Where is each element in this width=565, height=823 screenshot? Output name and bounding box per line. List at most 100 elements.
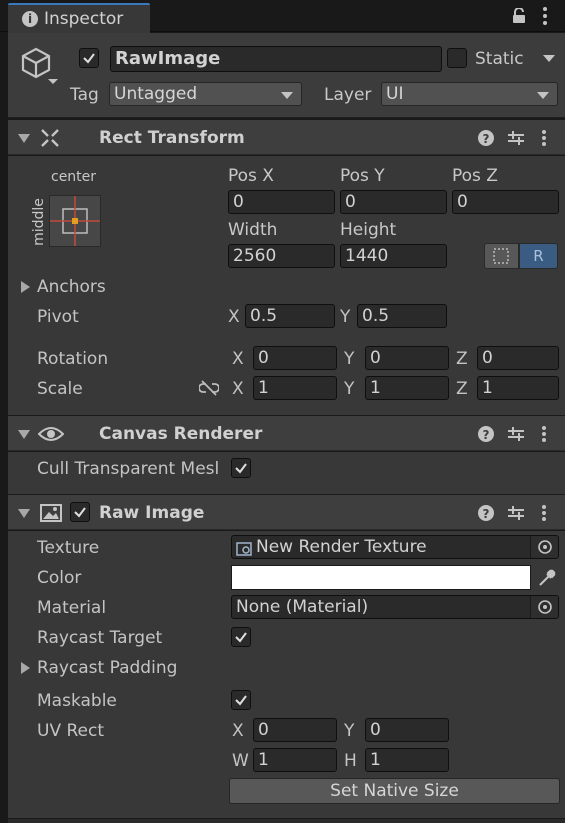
eye-icon <box>37 424 65 444</box>
help-icon[interactable]: ? <box>477 504 495 522</box>
tab-title: Inspector <box>44 9 124 29</box>
scale-label: Scale <box>37 379 83 399</box>
uv-y-field[interactable]: 0 <box>365 718 449 742</box>
component-menu-icon[interactable] <box>541 129 559 147</box>
raw-image-header[interactable]: Raw Image ? <box>8 494 565 530</box>
anchor-v-label: middle <box>30 198 47 246</box>
tag-label: Tag <box>70 85 99 105</box>
pos-x-label: Pos X <box>228 166 274 186</box>
uv-x-field[interactable]: 0 <box>253 718 337 742</box>
raycast-padding-foldout-arrow-icon[interactable] <box>21 662 30 674</box>
scale-y-label: Y <box>344 379 355 399</box>
color-swatch[interactable] <box>231 565 531 590</box>
help-icon[interactable]: ? <box>477 425 495 443</box>
uv-h-label: H <box>344 751 357 771</box>
rotation-x-label: X <box>232 349 244 369</box>
uv-y-label: Y <box>344 721 355 741</box>
pos-y-field[interactable]: 0 <box>340 190 447 214</box>
object-name-field[interactable]: RawImage <box>110 46 442 72</box>
cull-transparent-mesh-label: Cull Transparent Mesl <box>37 459 220 479</box>
rect-transform-title: Rect Transform <box>99 128 245 148</box>
texture-value: New Render Texture <box>256 537 427 557</box>
texture-label: Texture <box>37 538 100 558</box>
svg-text:?: ? <box>483 507 490 521</box>
set-native-size-button[interactable]: Set Native Size <box>229 778 560 804</box>
layer-value: UI <box>386 84 404 104</box>
cube-icon[interactable] <box>18 44 62 88</box>
color-label: Color <box>37 568 82 588</box>
foldout-arrow-icon[interactable] <box>18 430 30 439</box>
rotation-z-field[interactable]: 0 <box>477 346 559 370</box>
component-menu-icon[interactable] <box>541 504 559 522</box>
width-field[interactable]: 2560 <box>228 244 335 268</box>
info-icon: i <box>22 11 38 27</box>
pos-x-field[interactable]: 0 <box>228 190 335 214</box>
scale-z-field[interactable]: 1 <box>477 376 559 400</box>
bottom-divider <box>8 818 565 823</box>
anchor-h-label: center <box>51 169 97 185</box>
raw-edit-mode-button[interactable]: R <box>519 243 558 269</box>
static-dropdown-arrow[interactable] <box>543 55 555 62</box>
chevron-down-icon <box>537 92 549 99</box>
preset-icon[interactable] <box>507 425 525 443</box>
canvas-renderer-header[interactable]: Canvas Renderer ? <box>8 415 565 451</box>
rotation-x-field[interactable]: 0 <box>253 346 337 370</box>
eyedropper-icon[interactable] <box>536 567 558 589</box>
preset-icon[interactable] <box>507 129 525 147</box>
scale-x-field[interactable]: 1 <box>253 376 337 400</box>
raycast-target-checkbox[interactable] <box>231 627 251 647</box>
layer-label: Layer <box>324 85 372 105</box>
object-picker-icon[interactable] <box>530 536 558 558</box>
layer-dropdown[interactable]: UI <box>381 82 558 106</box>
scale-x-label: X <box>232 379 244 399</box>
anchors-foldout-arrow-icon[interactable] <box>21 281 30 293</box>
uv-w-field[interactable]: 1 <box>253 748 337 772</box>
maskable-label: Maskable <box>37 691 117 711</box>
uv-rect-label: UV Rect <box>37 721 104 741</box>
pos-z-label: Pos Z <box>452 166 498 186</box>
static-checkbox[interactable] <box>447 48 467 68</box>
uv-x-label: X <box>232 721 244 741</box>
raw-image-title: Raw Image <box>99 503 205 523</box>
scale-z-label: Z <box>456 379 468 399</box>
svg-text:?: ? <box>483 132 490 146</box>
anchor-preset-button[interactable] <box>49 195 101 247</box>
scale-y-field[interactable]: 1 <box>365 376 449 400</box>
raycast-padding-label[interactable]: Raycast Padding <box>37 658 177 678</box>
tag-dropdown[interactable]: Untagged <box>109 82 302 106</box>
chevron-down-icon <box>281 92 293 99</box>
foldout-arrow-icon[interactable] <box>18 509 30 518</box>
cull-transparent-mesh-checkbox[interactable] <box>231 458 251 478</box>
unlinked-scale-icon[interactable] <box>198 380 220 396</box>
pivot-x-label: X <box>228 307 240 327</box>
foldout-arrow-icon[interactable] <box>18 134 30 143</box>
pivot-x-field[interactable]: 0.5 <box>245 304 335 328</box>
pivot-label: Pivot <box>37 307 79 327</box>
rect-transform-header[interactable]: Rect Transform ? <box>8 119 565 155</box>
component-menu-icon[interactable] <box>541 425 559 443</box>
tab-inspector[interactable]: i Inspector <box>8 3 150 33</box>
lock-icon[interactable] <box>512 7 526 24</box>
height-label: Height <box>340 220 397 240</box>
pos-y-label: Pos Y <box>340 166 385 186</box>
preset-icon[interactable] <box>507 504 525 522</box>
blueprint-mode-button[interactable] <box>484 243 519 269</box>
help-icon[interactable]: ? <box>477 129 495 147</box>
pivot-y-label: Y <box>340 307 351 327</box>
object-picker-icon[interactable] <box>530 596 558 618</box>
uv-w-label: W <box>232 751 249 771</box>
maskable-checkbox[interactable] <box>231 690 251 710</box>
render-texture-icon <box>236 540 252 556</box>
anchors-label[interactable]: Anchors <box>37 277 106 297</box>
texture-field[interactable]: New Render Texture <box>231 535 559 559</box>
raw-image-enabled-checkbox[interactable] <box>70 502 90 522</box>
active-checkbox[interactable] <box>79 48 99 68</box>
uv-h-field[interactable]: 1 <box>365 748 449 772</box>
tab-menu-icon[interactable] <box>541 6 549 26</box>
height-field[interactable]: 1440 <box>340 244 447 268</box>
material-field[interactable]: None (Material) <box>231 595 559 619</box>
tag-value: Untagged <box>114 84 198 104</box>
pos-z-field[interactable]: 0 <box>452 190 559 214</box>
pivot-y-field[interactable]: 0.5 <box>357 304 447 328</box>
rotation-y-field[interactable]: 0 <box>365 346 449 370</box>
